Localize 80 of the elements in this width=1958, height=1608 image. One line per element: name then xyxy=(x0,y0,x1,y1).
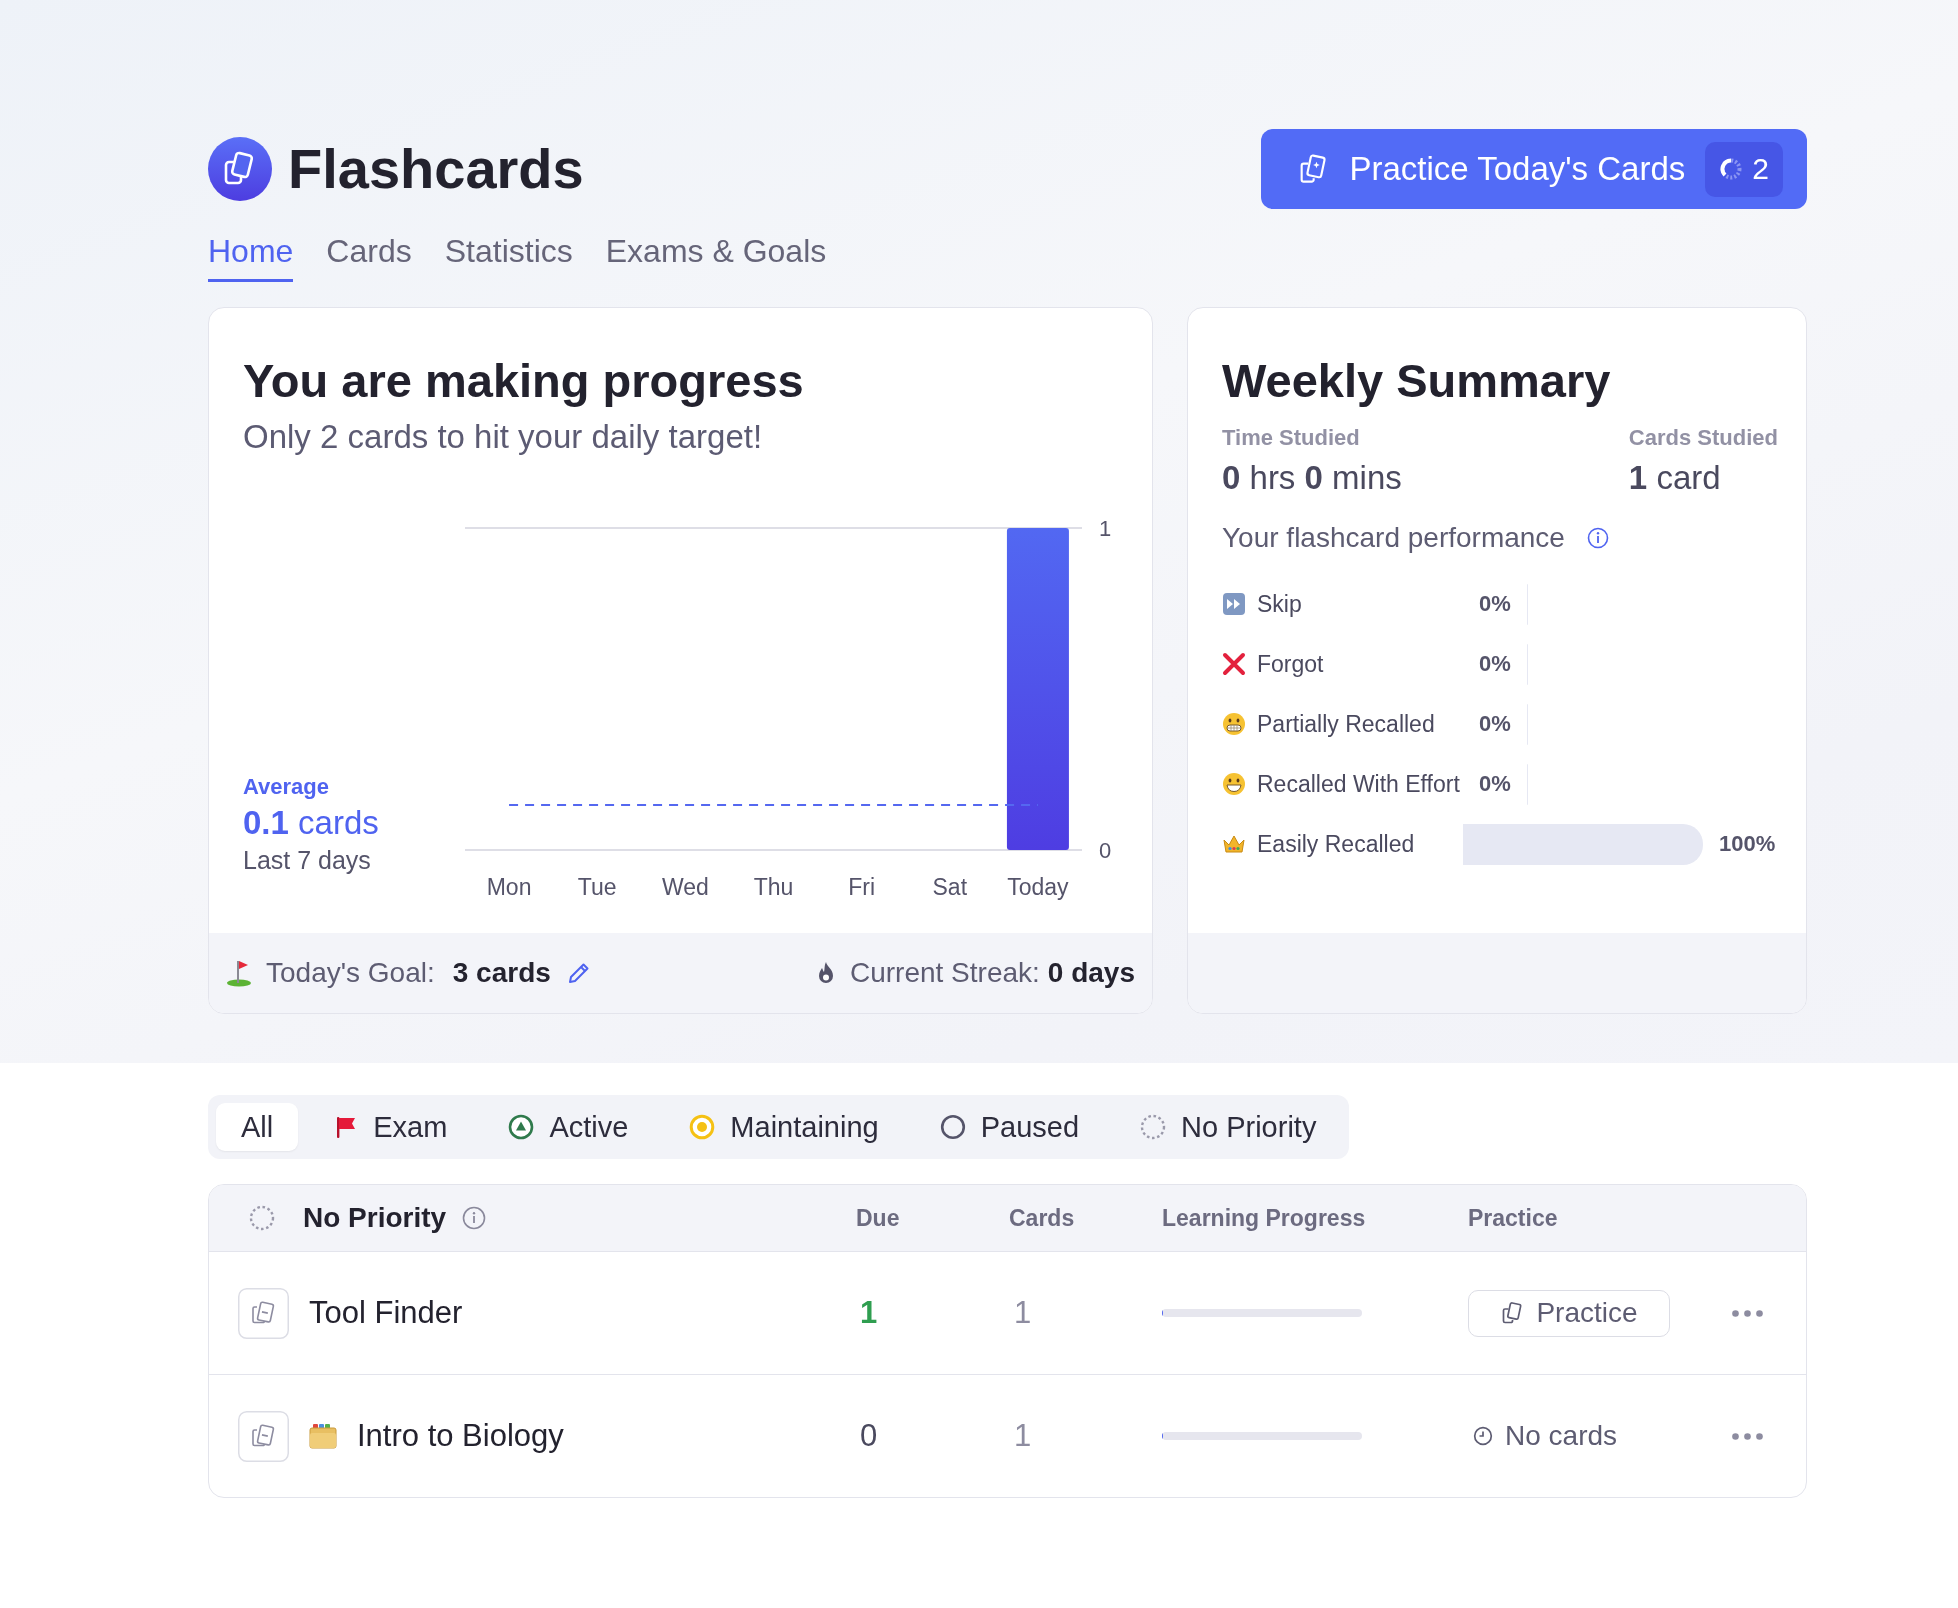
performance-label: Skip xyxy=(1257,590,1303,618)
pencil-icon[interactable] xyxy=(566,961,591,985)
due-count: 1 xyxy=(859,1295,879,1331)
streak-label: Current Streak: xyxy=(849,957,1040,989)
average-label: Average xyxy=(243,773,330,801)
average-period: Last 7 days xyxy=(243,845,372,875)
axis-label: Sat xyxy=(932,874,968,900)
no-cards-label: No cards xyxy=(1505,1420,1618,1452)
more-icon[interactable] xyxy=(1732,1432,1763,1440)
streak-value: 0 days xyxy=(1047,957,1135,989)
performance-label: Recalled With Effort xyxy=(1257,770,1461,798)
tick-label: 0 xyxy=(1099,838,1112,863)
performance-label: Forgot xyxy=(1257,650,1325,678)
performance-percent: 0% xyxy=(1479,711,1511,737)
filter-chip[interactable]: Paused xyxy=(914,1103,1105,1151)
goal-value: 3 cards xyxy=(452,957,551,989)
axis-label: Today xyxy=(1007,874,1069,900)
more-icon[interactable] xyxy=(1732,1309,1763,1317)
goal-label: Today's Goal: xyxy=(266,957,435,989)
card-title: You are making progress xyxy=(243,353,805,409)
axis-label: Tue xyxy=(577,874,617,900)
filter-chip[interactable]: Exam xyxy=(309,1103,473,1151)
tick-label: 1 xyxy=(1099,516,1112,541)
dashed-circle-icon xyxy=(249,1205,275,1231)
practice-today-button[interactable]: Practice Today's Cards 2 xyxy=(1261,129,1807,209)
stat-value: 0 hrs 0 mins xyxy=(1222,458,1402,498)
ring-icon xyxy=(939,1114,966,1140)
filter-chip[interactable]: No Priority xyxy=(1115,1103,1342,1151)
app-title: Flashcards xyxy=(288,137,584,201)
grimacing-face-icon xyxy=(1222,712,1246,736)
nav-tab[interactable]: Cards xyxy=(326,231,412,282)
axis-label: Fri xyxy=(848,874,876,900)
card-subtitle: Only 2 cards to hit your daily target! xyxy=(243,417,764,457)
card-title: Weekly Summary xyxy=(1222,353,1612,409)
grinning-face-icon xyxy=(1222,772,1246,796)
performance-percent: 0% xyxy=(1479,651,1511,677)
performance-percent: 0% xyxy=(1479,771,1511,797)
axis-label: Thu xyxy=(753,874,794,900)
axis-label: Wed xyxy=(661,874,709,900)
triangle-circle-icon xyxy=(508,1114,535,1140)
card-count: 1 xyxy=(1013,1418,1033,1454)
column-header: Practice xyxy=(1468,1204,1559,1232)
deck-icon[interactable] xyxy=(238,1410,289,1462)
card-count: 1 xyxy=(1013,1295,1033,1331)
deck-name[interactable]: Tool Finder xyxy=(309,1295,463,1331)
performance-label: Easily Recalled xyxy=(1257,830,1416,858)
info-icon[interactable] xyxy=(462,1206,487,1230)
dot-circle-icon xyxy=(689,1114,716,1140)
clock-icon xyxy=(1473,1426,1493,1446)
filter-chip[interactable]: Maintaining xyxy=(664,1103,904,1151)
group-title: No Priority xyxy=(303,1202,447,1234)
performance-heading: Your flashcard performance xyxy=(1222,521,1565,555)
due-count: 0 xyxy=(859,1418,879,1454)
dashed-circle-icon xyxy=(1140,1114,1167,1140)
stat-value: 1 card xyxy=(1628,458,1722,498)
filter-chip[interactable]: Active xyxy=(483,1103,654,1151)
filter-chip[interactable]: All xyxy=(216,1103,299,1151)
axis-label: Mon xyxy=(486,874,532,900)
nav-tab[interactable]: Statistics xyxy=(444,231,573,282)
column-header: Due xyxy=(856,1204,901,1232)
stat-label: Time Studied xyxy=(1222,424,1361,452)
golf-flag-icon xyxy=(226,959,252,987)
stat-label: Cards Studied xyxy=(1628,424,1778,452)
practice-button[interactable]: Practice xyxy=(1468,1289,1670,1337)
column-header: Learning Progress xyxy=(1162,1204,1367,1232)
cross-icon xyxy=(1222,652,1246,676)
nav-tab[interactable]: Exams & Goals xyxy=(605,231,827,282)
performance-label: Partially Recalled xyxy=(1257,710,1436,738)
nav-tab[interactable]: Home xyxy=(208,231,294,282)
performance-percent: 100% xyxy=(1719,831,1776,857)
fast-forward-icon xyxy=(1222,592,1246,616)
info-icon[interactable] xyxy=(1586,527,1609,549)
deck-name[interactable]: Intro to Biology xyxy=(357,1418,564,1454)
progress-ring-icon xyxy=(1719,157,1744,181)
deck-icon[interactable] xyxy=(238,1287,289,1339)
column-header: Cards xyxy=(1009,1204,1076,1232)
due-count: 2 xyxy=(1752,152,1769,186)
average-value: 0.1 cards xyxy=(243,803,380,843)
performance-percent: 0% xyxy=(1479,591,1511,617)
logo-icon xyxy=(208,137,272,201)
